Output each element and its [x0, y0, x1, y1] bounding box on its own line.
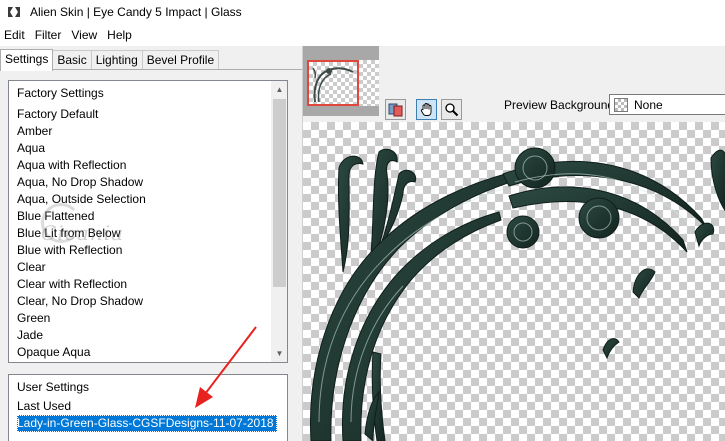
preset-item[interactable]: Blue Flattened — [9, 208, 287, 225]
preset-item[interactable]: Amber — [9, 123, 287, 140]
preset-item[interactable]: Aqua, No Drop Shadow — [9, 174, 287, 191]
preview-background-label: Preview Background: — [504, 98, 618, 112]
user-settings-items: Last Used Lady-in-Green-Glass-CGSFDesign… — [9, 398, 287, 432]
menu-filter[interactable]: Filter — [30, 28, 67, 42]
user-preset-item[interactable]: Last Used — [9, 398, 287, 415]
factory-list-scrollbar[interactable]: ▲ ▼ — [270, 81, 287, 362]
settings-panel: Settings Basic Lighting Bevel Profile Fa… — [0, 46, 302, 441]
preset-item[interactable]: Aqua — [9, 140, 287, 157]
glass-ornament-preview — [310, 147, 725, 441]
menu-view[interactable]: View — [66, 28, 102, 42]
zoom-icon[interactable] — [441, 99, 462, 120]
hand-pan-icon[interactable] — [416, 99, 437, 120]
factory-settings-header: Factory Settings — [17, 86, 104, 100]
transparent-swatch-icon — [614, 97, 628, 112]
tab-basic[interactable]: Basic — [52, 50, 92, 70]
selected-user-preset[interactable]: Lady-in-Green-Glass-CGSFDesigns-11-07-20… — [17, 415, 277, 432]
scroll-down-icon[interactable]: ▼ — [271, 345, 287, 362]
preset-item[interactable]: Clear with Reflection — [9, 276, 287, 293]
preset-item[interactable]: Blue Lit from Below — [9, 225, 287, 242]
eye-candy-app-icon — [8, 7, 20, 17]
preview-panel: Preview Background: None — [302, 46, 725, 441]
preset-item[interactable]: Jade — [9, 327, 287, 344]
user-settings-header: User Settings — [17, 380, 90, 394]
scroll-up-icon[interactable]: ▲ — [271, 81, 287, 98]
preview-background-select[interactable]: None — [609, 94, 725, 115]
settings-tab-body: Factory Settings Factory Default Amber A… — [0, 69, 302, 441]
preview-background-value: None — [634, 97, 663, 112]
title-bar: Alien Skin | Eye Candy 5 Impact | Glass — [0, 0, 725, 24]
preset-item[interactable]: Factory Default — [9, 106, 287, 123]
preset-item[interactable]: Aqua with Reflection — [9, 157, 287, 174]
navigator-background — [359, 60, 379, 106]
menu-bar: Edit Filter View Help — [0, 25, 137, 45]
tab-lighting[interactable]: Lighting — [90, 50, 143, 70]
preset-item[interactable]: Clear, No Drop Shadow — [9, 293, 287, 310]
before-after-icon[interactable] — [385, 99, 406, 120]
tab-bevel-profile[interactable]: Bevel Profile — [141, 50, 220, 70]
window-title: Alien Skin | Eye Candy 5 Impact | Glass — [30, 5, 242, 19]
factory-settings-list[interactable]: Factory Settings Factory Default Amber A… — [8, 80, 288, 363]
menu-edit[interactable]: Edit — [0, 28, 30, 42]
tab-settings[interactable]: Settings — [0, 49, 54, 71]
preset-item[interactable]: Opaque Aqua — [9, 344, 287, 361]
thumbnail-ornament — [312, 67, 354, 103]
preset-item[interactable]: Blue with Reflection — [9, 242, 287, 259]
factory-settings-items: Factory Default Amber Aqua Aqua with Ref… — [9, 106, 287, 361]
user-settings-list[interactable]: User Settings Last Used Lady-in-Green-Gl… — [8, 374, 288, 441]
scroll-thumb[interactable] — [273, 99, 286, 287]
preview-canvas[interactable] — [303, 122, 725, 441]
navigator-area — [303, 46, 379, 116]
preset-item[interactable]: Clear — [9, 259, 287, 276]
navigator-thumbnail[interactable] — [307, 60, 359, 106]
preset-item[interactable]: Green — [9, 310, 287, 327]
menu-help[interactable]: Help — [102, 28, 137, 42]
preset-item[interactable]: Aqua, Outside Selection — [9, 191, 287, 208]
tab-strip: Settings Basic Lighting Bevel Profile — [0, 49, 220, 71]
